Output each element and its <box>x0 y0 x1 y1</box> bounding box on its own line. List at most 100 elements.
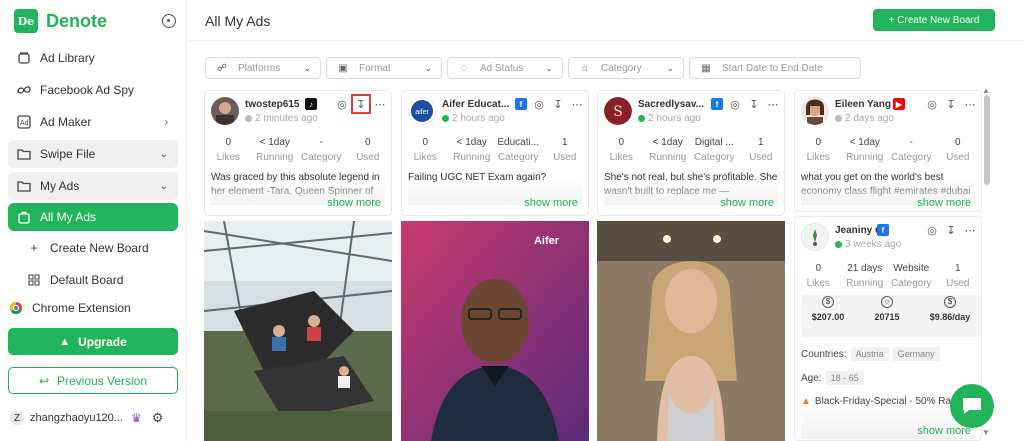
sidebar-item-label: Ad Library <box>40 51 95 65</box>
download-icon[interactable]: ↧ <box>551 97 565 111</box>
scroll-down-arrow[interactable]: ▼ <box>982 428 990 437</box>
advertiser-name[interactable]: Eileen Yang <box>835 99 891 110</box>
advertiser-name[interactable]: Sacredlysav... <box>638 99 704 110</box>
sidebar-item-label: Facebook Ad Spy <box>40 83 135 97</box>
calendar-icon: ▦ <box>701 62 711 74</box>
chevron-down-icon: ⌄ <box>424 62 432 73</box>
scrollbar-thumb[interactable] <box>984 95 990 185</box>
advertiser-name[interactable]: twostep615 <box>245 99 299 110</box>
ad-status-filter[interactable]: ◌ Ad Status ⌄ <box>447 57 563 79</box>
platforms-filter[interactable]: ☍ Platforms ⌄ <box>205 57 321 79</box>
sidebar-item-default-board[interactable]: Default Board <box>8 266 178 294</box>
more-icon[interactable]: ⋯ <box>963 223 977 237</box>
main-content: All My Ads + Create New Board ☍ Platform… <box>188 0 1024 441</box>
ad-card[interactable]: twostep615 ♪ 2 minutes ago ◎ ↧ ⋯ 0 Likes … <box>204 90 392 216</box>
avatar[interactable]: aifer <box>408 97 436 125</box>
post-time: 2 hours ago <box>442 113 505 124</box>
eye-icon[interactable]: ◎ <box>925 223 939 237</box>
more-icon[interactable]: ⋯ <box>963 97 977 111</box>
facebook-icon: f <box>711 98 723 110</box>
category-filter[interactable]: ⌂ Category ⌄ <box>568 57 684 79</box>
active-dot <box>835 241 842 248</box>
ad-creative-image[interactable] <box>597 221 785 441</box>
avatar[interactable]: Z <box>10 411 24 425</box>
download-icon[interactable]: ↧ <box>351 94 371 114</box>
chrome-icon <box>8 300 24 316</box>
bag-icon <box>16 209 32 225</box>
svg-text:aifer: aifer <box>415 109 429 116</box>
show-more-link[interactable]: show more <box>327 197 381 209</box>
date-range-filter[interactable]: ▦ Start Date to End Date <box>689 57 861 79</box>
chevron-down-icon: ⌄ <box>666 62 674 73</box>
download-icon[interactable]: ↧ <box>747 97 761 111</box>
ad-creative-image[interactable] <box>204 221 392 441</box>
header-divider <box>188 40 1024 41</box>
sidebar-item-label: Default Board <box>50 273 124 287</box>
ad-stats: 0 Likes < 1day Running - Category 0 Used <box>216 137 380 163</box>
money-bag-icon: $ <box>822 296 834 308</box>
sidebar-item-create-new-board[interactable]: + Create New Board <box>8 234 178 262</box>
inactive-dot <box>245 115 252 122</box>
avatar[interactable] <box>801 223 829 251</box>
chevron-down-icon: ⌄ <box>303 62 311 73</box>
youtube-icon: ▶ <box>893 98 905 110</box>
eye-icon[interactable]: ◎ <box>532 97 546 111</box>
platforms-icon: ☍ <box>216 62 228 74</box>
post-time: 2 minutes ago <box>245 113 318 124</box>
active-dot <box>638 115 645 122</box>
country-chip: Austria <box>850 347 889 361</box>
sidebar-item-swipe-file[interactable]: Swipe File ⌄ <box>8 140 178 168</box>
ad-card[interactable]: Eileen Yang ▶ 2 days ago ◎ ↧ ⋯ 0 Likes < … <box>794 90 982 212</box>
more-icon[interactable]: ⋯ <box>570 97 584 111</box>
sidebar-item-chrome-extension[interactable]: Chrome Extension <box>0 294 170 322</box>
chevron-down-icon: ⌄ <box>545 62 553 73</box>
sidebar-item-my-ads[interactable]: My Ads ⌄ <box>8 172 178 200</box>
return-arrow-icon: ↩ <box>38 373 49 388</box>
daily-cost-metric: $ $9.86/day <box>929 296 971 322</box>
folder-icon <box>16 146 32 162</box>
collapse-sidebar-icon[interactable] <box>162 14 176 28</box>
avatar[interactable] <box>801 97 829 125</box>
sidebar-item-facebook-ad-spy[interactable]: Facebook Ad Spy <box>8 76 178 104</box>
create-new-board-button[interactable]: + Create New Board <box>873 9 995 31</box>
advertiser-name[interactable]: Aifer Educat... <box>442 99 509 110</box>
age-chip: 18 - 65 <box>825 371 864 385</box>
ad-stats: 0 Likes 21 days Running Website Category 1U… <box>806 263 970 289</box>
previous-version-button[interactable]: ↩ Previous Version <box>8 367 178 394</box>
scroll-up-arrow[interactable]: ▲ <box>982 86 990 95</box>
image-brand-logo: Aifer <box>533 235 559 247</box>
chat-support-button[interactable] <box>950 384 994 428</box>
more-icon[interactable]: ⋯ <box>373 97 387 111</box>
post-time: 2 hours ago <box>638 113 701 124</box>
show-more-link[interactable]: show more <box>917 197 971 209</box>
ad-creative-image[interactable]: Aifer <box>401 221 589 441</box>
format-icon: ▣ <box>338 62 348 74</box>
avatar[interactable] <box>211 97 239 125</box>
format-filter[interactable]: ▣ Format ⌄ <box>326 57 442 79</box>
meta-icon <box>16 82 32 98</box>
show-more-link[interactable]: show more <box>720 197 774 209</box>
avatar[interactable]: S <box>604 97 632 125</box>
show-more-link[interactable]: show more <box>917 425 971 437</box>
gear-icon[interactable]: ⚙ <box>152 410 164 426</box>
inactive-dot <box>835 115 842 122</box>
crown-icon: ♛ <box>130 411 142 425</box>
age-row: Age: 18 - 65 <box>801 371 864 385</box>
more-icon[interactable]: ⋯ <box>766 97 780 111</box>
eye-icon[interactable]: ◎ <box>335 97 349 111</box>
brand[interactable]: De Denote <box>14 9 107 33</box>
eye-icon[interactable]: ◎ <box>728 97 742 111</box>
ad-card[interactable]: aifer Aifer Educat... f 2 hours ago ◎ ↧ … <box>401 90 589 216</box>
sidebar-item-all-my-ads[interactable]: All My Ads <box>8 203 178 231</box>
ad-card[interactable]: S Sacredlysav... f 2 hours ago ◎ ↧ ⋯ 0 Li… <box>597 90 785 216</box>
download-icon[interactable]: ↧ <box>944 223 958 237</box>
sidebar-item-label: Swipe File <box>40 147 96 161</box>
download-icon[interactable]: ↧ <box>944 97 958 111</box>
show-more-link[interactable]: show more <box>524 197 578 209</box>
sidebar-item-ad-maker[interactable]: Ad Ad Maker › <box>8 108 178 136</box>
sidebar-item-label: My Ads <box>40 179 80 193</box>
upgrade-button[interactable]: ▲ Upgrade <box>8 328 178 355</box>
rocket-icon: ▲ <box>59 335 71 348</box>
sidebar-item-ad-library[interactable]: Ad Library <box>8 44 178 72</box>
eye-icon[interactable]: ◎ <box>925 97 939 111</box>
